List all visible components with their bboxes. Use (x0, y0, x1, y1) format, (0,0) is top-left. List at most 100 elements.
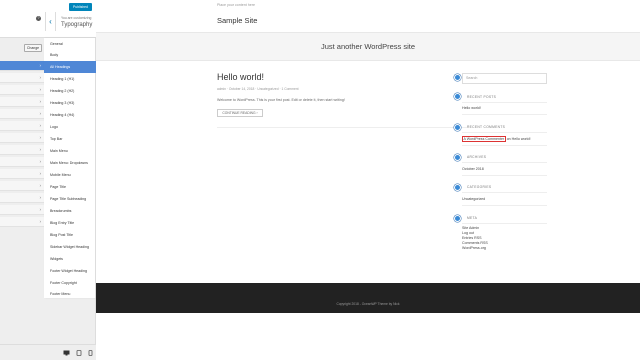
panel-title: Typography (61, 22, 93, 28)
section-footer-widget-heading[interactable]: Footer Widget Heading (44, 265, 96, 277)
section-all-headings[interactable]: All Headings (44, 61, 96, 73)
section-h3[interactable]: Heading 3 (H3) (44, 97, 96, 109)
customizing-label: You are customizing (61, 16, 92, 20)
widget-divider (462, 162, 547, 163)
nav-row-h1[interactable]: › (0, 73, 44, 83)
widget-divider (462, 132, 547, 133)
mobile-preview-icon[interactable] (88, 350, 95, 356)
section-page-title-subheading[interactable]: Page Title Subheading (44, 193, 96, 205)
nav-row-main-menu[interactable]: › (0, 145, 44, 155)
tagline-band: Just another WordPress site (96, 32, 640, 61)
widget-heading-categories: CATEGORIES (467, 185, 492, 189)
widget-divider (462, 175, 547, 176)
nav-row-logo[interactable]: › (0, 121, 44, 131)
section-body[interactable]: Body (44, 49, 96, 61)
nav-row-top-bar[interactable]: › (0, 133, 44, 143)
site-title[interactable]: Sample Site (217, 16, 257, 25)
section-sidebar-widget-heading[interactable]: Sidebar Widget Heading (44, 241, 96, 253)
publish-button[interactable]: Published (69, 3, 92, 11)
customizer-panel: Published ? ‹ You are customizing Typogr… (0, 0, 96, 360)
chevron-right-icon: › (39, 183, 42, 188)
edit-shortcut-icon[interactable] (454, 184, 461, 191)
recent-post-link[interactable]: Hello world! (462, 106, 481, 111)
recent-comment-author[interactable]: A WordPress Commenter (462, 136, 506, 142)
edit-shortcut-icon[interactable] (454, 93, 461, 100)
post-excerpt: Welcome to WordPress. This is your first… (217, 98, 345, 102)
chevron-right-icon: › (39, 123, 42, 128)
nav-row-mobile-menu[interactable]: › (0, 169, 44, 179)
nav-row-h3[interactable]: › (0, 97, 44, 107)
chevron-right-icon: › (39, 63, 42, 68)
chevron-right-icon: › (39, 207, 42, 212)
widget-heading-recent-posts: RECENT POSTS (467, 95, 497, 99)
widget-heading-recent-comments: RECENT COMMENTS (467, 125, 506, 129)
topbar-text: Place your content here (217, 3, 255, 7)
panel-header: Published ? ‹ You are customizing Typogr… (0, 0, 96, 38)
desktop-preview-icon[interactable] (63, 350, 70, 356)
chevron-right-icon: › (39, 99, 42, 104)
nav-row-h4[interactable]: › (0, 109, 44, 119)
edit-shortcut-icon[interactable] (454, 74, 461, 81)
section-breadcrumbs[interactable]: Breadcrumbs (44, 205, 96, 217)
section-h4[interactable]: Heading 4 (H4) (44, 109, 96, 121)
meta-link-entries-rss[interactable]: Entries RSS (462, 236, 482, 241)
nav-row-page-title[interactable]: › (0, 181, 44, 191)
post-divider (217, 127, 467, 128)
edit-shortcut-icon[interactable] (454, 154, 461, 161)
footer-copyright: Copyright 2018 - OceanWP Theme by Nick (336, 302, 400, 306)
meta-link-site-admin[interactable]: Site Admin (462, 226, 479, 231)
section-footer-menu[interactable]: Footer Menu (44, 288, 96, 300)
nav-row-dropdowns[interactable]: › (0, 157, 44, 167)
chevron-right-icon: › (39, 147, 42, 152)
search-input[interactable]: Search (462, 73, 547, 84)
category-link[interactable]: Uncategorized (462, 197, 485, 202)
section-widgets[interactable]: Widgets (44, 253, 96, 265)
continue-reading-button[interactable]: CONTINUE READING › (217, 109, 263, 117)
nav-row-h2[interactable]: › (0, 85, 44, 95)
section-mobile-menu[interactable]: Mobile Menu (44, 169, 96, 181)
widget-heading-archives: ARCHIVES (467, 155, 487, 159)
tablet-preview-icon[interactable] (76, 350, 83, 356)
widget-divider (462, 114, 547, 115)
section-logo[interactable]: Logo (44, 121, 96, 133)
widget-divider (462, 102, 547, 103)
recent-comment-target[interactable]: on Hello world! (507, 137, 531, 141)
section-page-title[interactable]: Page Title (44, 181, 96, 193)
widget-divider (462, 205, 547, 206)
meta-link-log-out[interactable]: Log out (462, 231, 474, 236)
nav-row-breadcrumbs[interactable]: › (0, 205, 44, 215)
help-icon[interactable]: ? (36, 16, 41, 21)
nav-row-all-headings[interactable]: › (0, 61, 44, 71)
section-blog-post-title[interactable]: Blog Post Title (44, 229, 96, 241)
chevron-right-icon: › (39, 135, 42, 140)
chevron-right-icon: › (39, 171, 42, 176)
archive-link[interactable]: October 2018 (462, 167, 484, 172)
chevron-right-icon: › (39, 219, 42, 224)
section-h1[interactable]: Heading 1 (H1) (44, 73, 96, 85)
chevron-right-icon: › (39, 195, 42, 200)
change-button[interactable]: Change (24, 44, 42, 52)
section-main-menu[interactable]: Main Menu (44, 145, 96, 157)
section-blog-entry-title[interactable]: Blog Entry Title (44, 217, 96, 229)
chevron-right-icon: › (39, 75, 42, 80)
section-main-menu-dropdowns[interactable]: Main Menu: Dropdowns (44, 157, 96, 169)
widget-divider (462, 145, 547, 146)
edit-shortcut-icon[interactable] (454, 215, 461, 222)
back-button[interactable]: ‹ (45, 12, 56, 31)
widget-divider (462, 223, 547, 224)
chevron-right-icon: › (39, 159, 42, 164)
post-title[interactable]: Hello world! (217, 72, 264, 82)
nav-row-blog-entry-title[interactable]: › (0, 217, 44, 227)
nav-row-page-subheading[interactable]: › (0, 193, 44, 203)
meta-link-comments-rss[interactable]: Comments RSS (462, 241, 488, 246)
chevron-right-icon: › (39, 87, 42, 92)
section-top-bar[interactable]: Top Bar (44, 133, 96, 145)
recent-comment: A WordPress Commenter on Hello world! (462, 136, 531, 142)
edit-shortcut-icon[interactable] (454, 124, 461, 131)
site-tagline: Just another WordPress site (320, 42, 416, 51)
site-footer: Copyright 2018 - OceanWP Theme by Nick (96, 283, 640, 313)
post-meta: admin · October 14, 2018 · Uncategorized… (217, 87, 299, 91)
panel-footer (0, 344, 96, 360)
section-h2[interactable]: Heading 2 (H2) (44, 85, 96, 97)
meta-link-wordpress-org[interactable]: WordPress.org (462, 246, 486, 251)
